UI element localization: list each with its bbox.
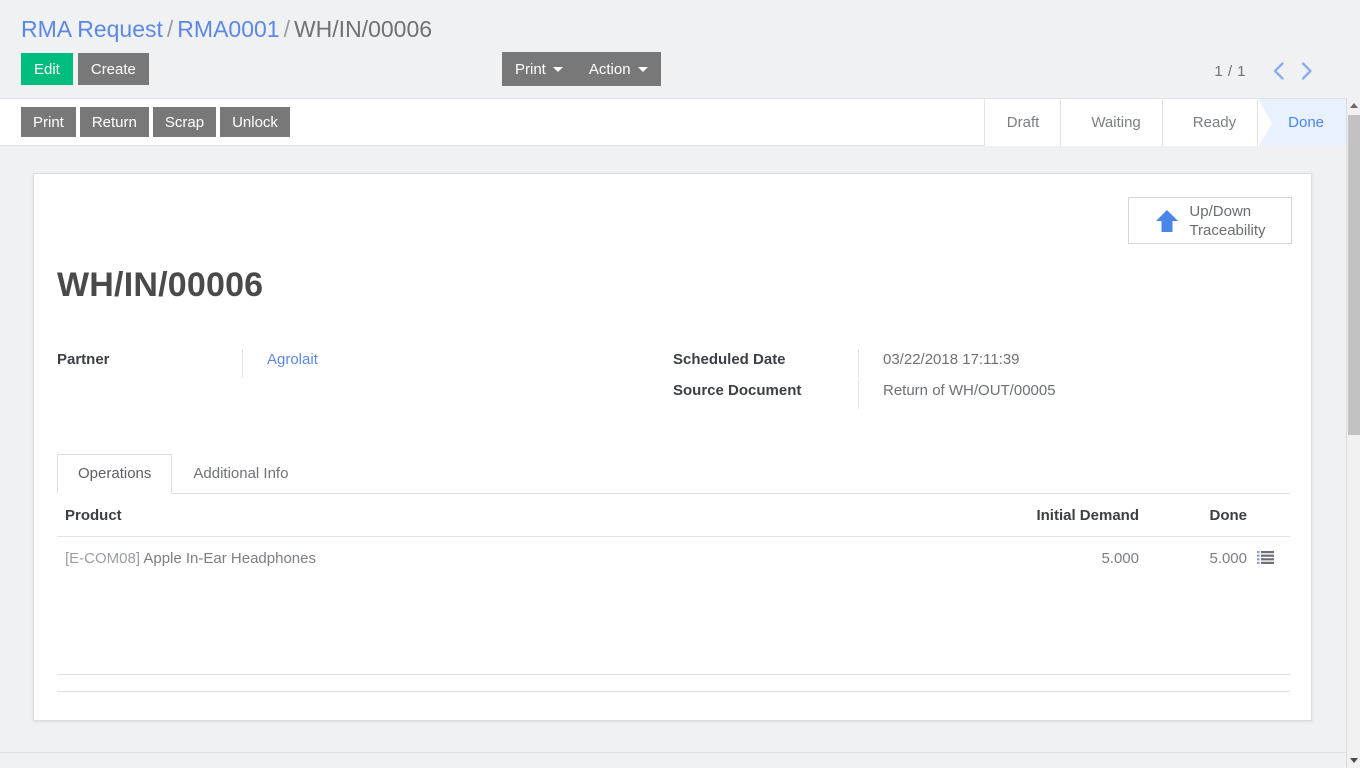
operations-table: Product Initial Demand Done [E-COM08] Ap… <box>57 494 1290 579</box>
pager-count: 1 / 1 <box>1214 62 1246 80</box>
pager-previous-button[interactable] <box>1264 57 1292 85</box>
table-header-row: Product Initial Demand Done <box>57 494 1290 537</box>
column-header-initial-demand: Initial Demand <box>964 494 1139 537</box>
up-down-traceability-button[interactable]: Up/Down Traceability <box>1128 197 1292 244</box>
pager-next-button[interactable] <box>1292 57 1320 85</box>
field-group-right: Scheduled Date 03/22/2018 17:11:39 Sourc… <box>673 349 1273 411</box>
unlock-button[interactable]: Unlock <box>220 107 290 137</box>
field-source-document-value: Return of WH/OUT/00005 <box>858 380 1273 409</box>
print-button[interactable]: Print <box>21 107 76 137</box>
field-scheduled-date-value: 03/22/2018 17:11:39 <box>858 349 1273 378</box>
return-button[interactable]: Return <box>79 107 149 137</box>
odoo-form-view: RMA Request / RMA0001/WH/IN/00006 Edit Cre… <box>0 0 1360 768</box>
chevron-right-icon <box>1301 62 1312 80</box>
field-source-document-label: Source Document <box>673 382 802 399</box>
status-done[interactable]: Done <box>1257 99 1346 147</box>
field-partner-value: Agrolait <box>242 349 657 378</box>
arrow-up-icon <box>1156 209 1179 232</box>
control-panel-dropdowns: Print Action <box>502 52 661 86</box>
traceability-label-line2: Traceability <box>1189 221 1266 239</box>
scrap-button[interactable]: Scrap <box>152 107 217 137</box>
breadcrumb-separator-2: / <box>283 16 290 42</box>
workflow-buttons: Print Return Scrap Unlock <box>21 107 294 137</box>
cell-done: 5.000 <box>1209 550 1247 567</box>
column-header-actions <box>1247 494 1290 537</box>
action-dropdown-label: Action <box>588 60 631 78</box>
tab-operations[interactable]: Operations <box>57 454 173 494</box>
bottom-strip <box>0 753 1346 768</box>
notebook-tabs: Operations Additional Info <box>57 453 1290 494</box>
vertical-scrollbar[interactable] <box>1346 98 1360 768</box>
status-bar: Draft Waiting Ready Done <box>983 99 1346 147</box>
field-scheduled-date-label: Scheduled Date <box>673 351 786 368</box>
sheet-bottom-line-2 <box>57 691 1290 692</box>
edit-button[interactable]: Edit <box>21 53 73 85</box>
product-name: Apple In-Ear Headphones <box>143 550 316 567</box>
notebook: Operations Additional Info Product Initi… <box>57 453 1290 579</box>
field-partner-label: Partner <box>57 351 110 368</box>
cell-initial-demand: 5.000 <box>1101 550 1139 567</box>
cell-product: [E-COM08] Apple In-Ear Headphones <box>57 537 964 580</box>
field-partner: Partner Agrolait <box>57 349 657 414</box>
scroll-up-arrow-icon <box>1349 103 1358 108</box>
breadcrumb-item-current: WH/IN/00006 <box>293 16 433 42</box>
pager: 1 / 1 <box>1214 57 1320 85</box>
field-scheduled-date: Scheduled Date 03/22/2018 17:11:39 <box>673 349 1273 380</box>
control-panel-buttons: Edit Create <box>21 53 149 85</box>
sheet-bottom-line-1 <box>57 674 1290 675</box>
action-dropdown[interactable]: Action <box>576 52 661 86</box>
operations-table-body: [E-COM08] Apple In-Ear Headphones 5.000 … <box>57 537 1290 580</box>
print-dropdown[interactable]: Print <box>502 52 576 86</box>
chevron-down-icon <box>552 66 563 72</box>
scroll-down-button[interactable] <box>1347 753 1360 768</box>
breadcrumb-item-rma0001[interactable]: RMA0001 <box>177 16 279 42</box>
statusbar-row: Print Return Scrap Unlock Draft Waiting … <box>0 98 1346 147</box>
up-down-traceability-label: Up/Down Traceability <box>1189 202 1265 240</box>
partner-link[interactable]: Agrolait <box>267 351 318 368</box>
product-code: [E-COM08] <box>65 550 141 567</box>
status-waiting[interactable]: Waiting <box>1060 99 1163 147</box>
control-panel: RMA Request / RMA0001/WH/IN/00006 Edit Cre… <box>0 0 1346 98</box>
page-title: WH/IN/00006 <box>57 266 264 304</box>
scroll-up-button[interactable] <box>1347 98 1360 113</box>
breadcrumb-separator-1: / <box>166 16 174 42</box>
cell-detail-action[interactable] <box>1247 537 1290 580</box>
create-button[interactable]: Create <box>77 53 149 85</box>
table-row[interactable]: [E-COM08] Apple In-Ear Headphones 5.000 … <box>57 537 1290 580</box>
scroll-down-arrow-icon <box>1349 758 1358 763</box>
column-header-done: Done <box>1139 494 1247 537</box>
breadcrumb: RMA Request / RMA0001/WH/IN/00006 <box>21 14 432 44</box>
scrollbar-thumb[interactable] <box>1348 115 1360 435</box>
column-header-product: Product <box>57 494 964 537</box>
breadcrumb-item-rma-request[interactable]: RMA Request <box>21 16 163 42</box>
operations-table-head: Product Initial Demand Done <box>57 494 1290 537</box>
traceability-label-line1: Up/Down <box>1189 202 1252 220</box>
status-ready[interactable]: Ready <box>1161 99 1259 147</box>
field-source-document: Source Document Return of WH/OUT/00005 <box>673 380 1273 411</box>
tab-additional-info[interactable]: Additional Info <box>172 454 309 494</box>
print-dropdown-label: Print <box>515 60 546 78</box>
chevron-down-icon <box>637 66 648 72</box>
chevron-left-icon <box>1273 62 1284 80</box>
list-icon <box>1257 551 1274 564</box>
status-draft[interactable]: Draft <box>984 99 1062 146</box>
form-sheet: Up/Down Traceability WH/IN/00006 Partner… <box>33 173 1312 721</box>
field-group-left: Partner Agrolait <box>57 349 657 414</box>
